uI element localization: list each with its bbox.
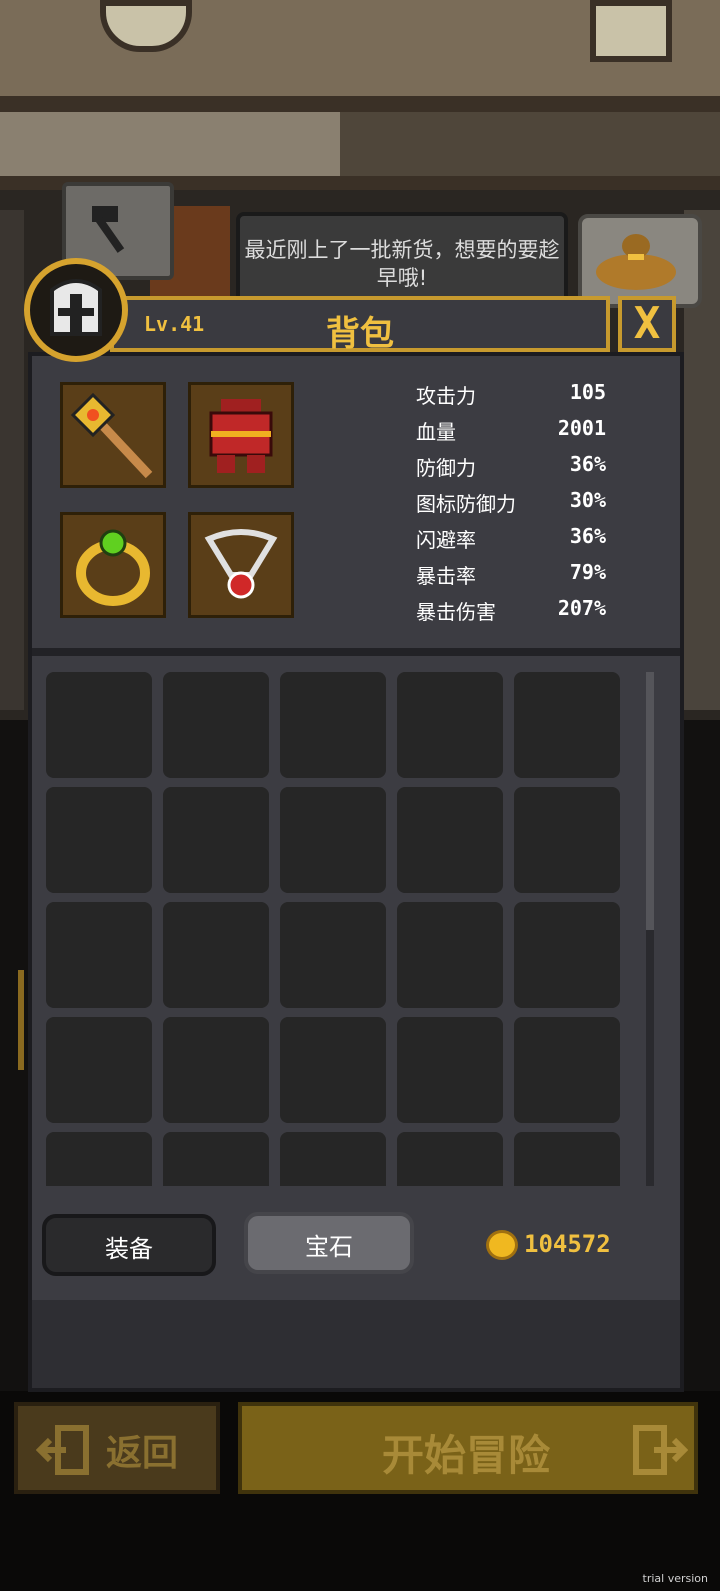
inventory-slot[interactable] — [280, 672, 386, 778]
inventory-slot[interactable] — [163, 1017, 269, 1123]
money-bag-icon — [596, 234, 676, 290]
stat-value: 36% — [569, 452, 606, 476]
golden-axe-icon — [70, 392, 153, 479]
equip-slot-ring[interactable] — [60, 512, 166, 618]
close-icon: X — [633, 298, 661, 349]
inventory-slot[interactable] — [280, 902, 386, 1008]
enter-door-icon — [633, 1425, 688, 1475]
inventory-slot[interactable] — [46, 902, 152, 1008]
stat-value: 105 — [569, 380, 606, 404]
inventory-slot[interactable] — [163, 672, 269, 778]
gold-coin-icon — [486, 1230, 518, 1260]
tab-equipment[interactable]: 装备 — [42, 1214, 216, 1276]
loot-bag-button[interactable] — [578, 214, 702, 308]
knight-helmet-icon — [50, 279, 102, 336]
panel-title: 背包 — [326, 314, 394, 354]
inventory-slot[interactable] — [514, 672, 620, 778]
npc-speech-text: 最近刚上了一批新货，想要的要趁早哦! — [244, 238, 560, 290]
stat-defense: 防御力 36% — [416, 452, 606, 488]
inventory-slot[interactable] — [514, 787, 620, 893]
stat-label: 防御力 — [416, 456, 476, 480]
inventory-slot[interactable] — [397, 902, 503, 1008]
inventory-slot[interactable] — [397, 672, 503, 778]
inventory-slot[interactable] — [397, 1132, 503, 1186]
inventory-scroll-thumb[interactable] — [646, 672, 654, 930]
stat-label: 闪避率 — [416, 528, 476, 552]
inventory-slot[interactable] — [46, 672, 152, 778]
stat-value: 79% — [569, 560, 606, 584]
stat-hp: 血量 2001 — [416, 416, 606, 452]
start-adventure-button[interactable]: 开始冒险 — [238, 1402, 698, 1494]
stat-label: 攻击力 — [416, 384, 476, 408]
start-adventure-label: 开始冒险 — [382, 1431, 551, 1480]
gold-amount: 104572 — [524, 1230, 611, 1258]
inventory-slot[interactable] — [163, 902, 269, 1008]
watermark: trial version — [642, 1572, 708, 1585]
inventory-slot[interactable] — [46, 1132, 152, 1186]
inventory-slot[interactable] — [280, 1017, 386, 1123]
stat-value: 36% — [569, 524, 606, 548]
player-avatar[interactable] — [24, 258, 128, 362]
inventory-slot[interactable] — [280, 787, 386, 893]
back-button[interactable]: 返回 — [14, 1402, 220, 1494]
inventory-slot[interactable] — [514, 902, 620, 1008]
stat-label: 暴击伤害 — [416, 600, 496, 624]
stat-icon-defense: 图标防御力 30% — [416, 488, 606, 524]
tab-gems[interactable]: 宝石 — [244, 1212, 414, 1274]
equip-slot-weapon[interactable] — [60, 382, 166, 488]
hammer-icon — [92, 206, 125, 253]
ruby-necklace-icon — [204, 529, 278, 599]
emerald-ring-icon — [76, 529, 150, 606]
stat-value: 30% — [569, 488, 606, 512]
inventory-slot[interactable] — [163, 787, 269, 893]
equip-slot-necklace[interactable] — [188, 512, 294, 618]
stat-dodge: 闪避率 36% — [416, 524, 606, 560]
stat-value: 2001 — [557, 416, 606, 440]
back-label: 返回 — [106, 1433, 179, 1474]
tab-equipment-label: 装备 — [105, 1235, 153, 1263]
stat-label: 暴击率 — [416, 564, 476, 588]
stat-label: 图标防御力 — [416, 492, 516, 516]
stats-list: 攻击力 105 血量 2001 防御力 36% 图标防御力 30% 闪避率 36… — [416, 380, 606, 632]
stat-label: 血量 — [416, 420, 456, 444]
inventory-slot[interactable] — [397, 1017, 503, 1123]
inventory-slot[interactable] — [163, 1132, 269, 1186]
red-armor-icon — [209, 399, 273, 473]
panel-footer — [28, 1300, 684, 1392]
panel-divider — [32, 648, 680, 656]
inventory-slot[interactable] — [397, 787, 503, 893]
inventory-slot[interactable] — [46, 787, 152, 893]
inventory-grid — [46, 672, 626, 1186]
tab-gems-label: 宝石 — [305, 1233, 353, 1261]
npc-speech-bubble: 最近刚上了一批新货，想要的要趁早哦! — [236, 212, 568, 304]
inventory-slot[interactable] — [514, 1132, 620, 1186]
close-button[interactable]: X — [618, 296, 676, 352]
stat-crit-rate: 暴击率 79% — [416, 560, 606, 596]
stat-attack: 攻击力 105 — [416, 380, 606, 416]
panel-header: Lv.41 背包 — [110, 296, 610, 354]
inventory-slot[interactable] — [280, 1132, 386, 1186]
stat-crit-damage: 暴击伤害 207% — [416, 596, 606, 632]
inventory-slot[interactable] — [46, 1017, 152, 1123]
equip-slot-armor[interactable] — [188, 382, 294, 488]
inventory-slot[interactable] — [514, 1017, 620, 1123]
exit-door-icon — [36, 1425, 89, 1475]
stat-value: 207% — [557, 596, 606, 620]
